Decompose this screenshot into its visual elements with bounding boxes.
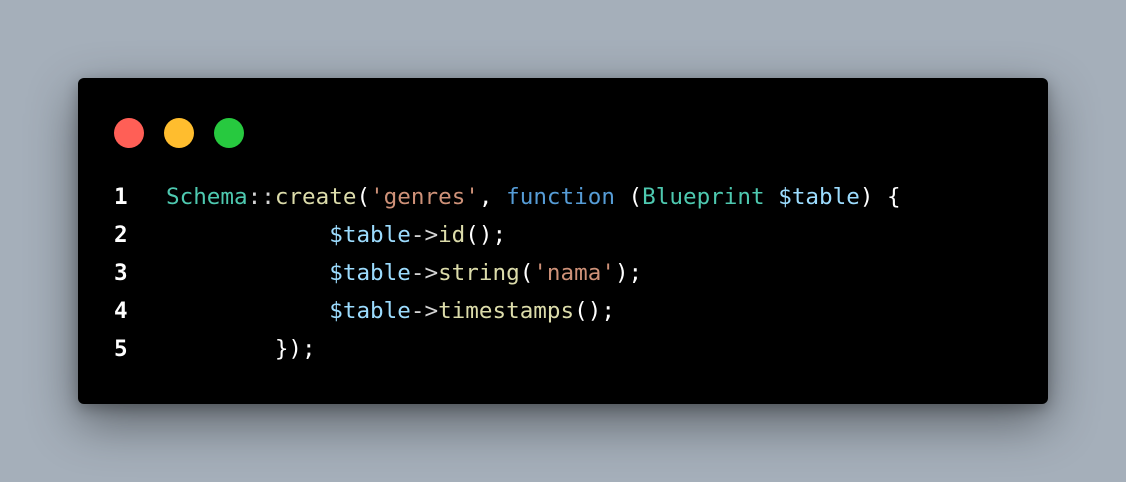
line-number: 5: [114, 336, 128, 362]
code-token: ->: [410, 260, 439, 286]
code-token: create: [274, 184, 357, 210]
code-text: $table->timestamps();: [166, 292, 615, 330]
code-token: id: [438, 222, 466, 248]
maximize-window-dot[interactable]: [214, 118, 244, 148]
code-token: (: [356, 184, 371, 210]
code-token: function: [506, 184, 615, 210]
code-window: 1 Schema::create('genres', function (Blue…: [78, 78, 1048, 404]
line-number: 4: [114, 298, 128, 324]
code-line: 1 Schema::create('genres', function (Blue…: [78, 178, 1048, 216]
code-token: Blueprint: [642, 184, 765, 210]
code-token: 'nama': [533, 260, 615, 286]
code-token: timestamps: [438, 298, 575, 324]
code-token: $table: [329, 222, 411, 248]
close-window-dot[interactable]: [114, 118, 144, 148]
minimize-window-dot[interactable]: [164, 118, 194, 148]
line-number: 2: [114, 222, 128, 248]
code-token: 'genres': [370, 184, 479, 210]
line-number: 1: [114, 184, 128, 210]
code-token: });: [274, 336, 316, 362]
code-text: });: [166, 330, 316, 368]
code-token: );: [614, 260, 643, 286]
code-text: $table->id();: [166, 216, 506, 254]
code-token: ::: [247, 184, 275, 210]
code-block: 1 Schema::create('genres', function (Blue…: [78, 178, 1048, 368]
code-token: $table: [778, 184, 860, 210]
code-token: $table: [329, 260, 411, 286]
code-line: 5 });: [78, 330, 1048, 368]
code-token: ,: [478, 184, 507, 210]
code-token: ) {: [859, 184, 901, 210]
code-line: 2 $table->id();: [78, 216, 1048, 254]
code-token: ->: [410, 298, 439, 324]
code-line: 3 $table->string('nama');: [78, 254, 1048, 292]
code-token: (: [519, 260, 534, 286]
code-token: (: [614, 184, 643, 210]
code-token: ->: [410, 222, 439, 248]
code-token: ();: [465, 222, 507, 248]
code-line: 4 $table->timestamps();: [78, 292, 1048, 330]
code-token: $table: [329, 298, 411, 324]
code-text: $table->string('nama');: [166, 254, 642, 292]
code-text: Schema::create('genres', function (Bluep…: [166, 178, 901, 216]
code-token: ();: [574, 298, 615, 324]
code-token: Schema: [166, 184, 248, 210]
line-number: 3: [114, 260, 128, 286]
code-token: string: [438, 260, 520, 286]
